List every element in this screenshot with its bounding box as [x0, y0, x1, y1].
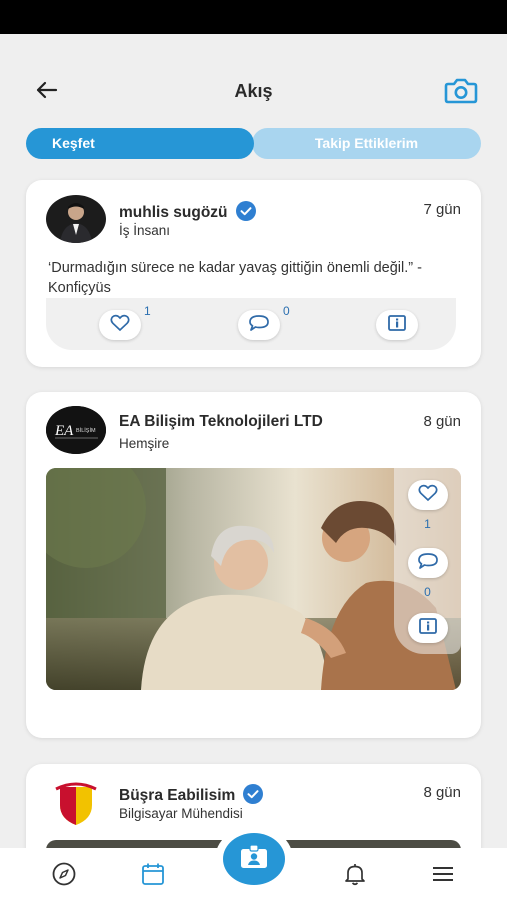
- author-role: Hemşire: [119, 436, 170, 451]
- tab-following[interactable]: Takip Ettiklerim: [252, 128, 481, 159]
- author-name[interactable]: muhlis sugözü: [119, 201, 256, 222]
- post-time: 8 gün: [423, 413, 461, 430]
- logo-subtext: BİLİŞİM: [76, 427, 96, 434]
- post-time: 8 gün: [423, 784, 461, 801]
- camera-icon[interactable]: [444, 76, 478, 104]
- like-button[interactable]: [99, 310, 141, 340]
- comment-count: 0: [424, 585, 431, 599]
- like-count: 1: [144, 304, 151, 318]
- heart-icon: [418, 484, 438, 507]
- status-bar: [0, 0, 507, 34]
- page-title: Akış: [234, 81, 273, 101]
- verified-badge-icon: [243, 784, 264, 804]
- calendar-icon[interactable]: [139, 860, 167, 888]
- post-card: muhlis sugözü İş İnsanı 7 gün ‘Durmadığı…: [26, 180, 481, 367]
- author-name[interactable]: Büşra Eabilisim: [119, 784, 264, 805]
- post-time: 7 gün: [423, 201, 461, 218]
- avatar[interactable]: [46, 779, 106, 827]
- app-header: Akış: [0, 34, 507, 118]
- post-card: EA BİLİŞİM EA Bilişim Teknolojileri LTD H…: [26, 392, 481, 738]
- post-side-actions: 1 0: [394, 468, 461, 654]
- info-icon: [388, 314, 406, 336]
- compass-icon[interactable]: [50, 860, 78, 888]
- like-button[interactable]: [408, 480, 448, 510]
- avatar[interactable]: [46, 195, 106, 243]
- bell-icon[interactable]: [341, 860, 369, 888]
- info-button[interactable]: [376, 310, 418, 340]
- center-action-wrapper: [215, 826, 293, 892]
- author-name[interactable]: EA Bilişim Teknolojileri LTD: [119, 413, 323, 431]
- like-count: 1: [424, 517, 431, 531]
- info-icon: [419, 617, 437, 639]
- profile-card-button[interactable]: [223, 833, 285, 885]
- comment-count: 0: [283, 304, 290, 318]
- comment-button[interactable]: [238, 310, 280, 340]
- comment-icon: [248, 314, 270, 337]
- author-role: Bilgisayar Mühendisi: [119, 806, 243, 821]
- tab-discover[interactable]: Keşfet: [26, 128, 254, 159]
- feed-tabs: Takip Ettiklerim Keşfet: [26, 128, 481, 159]
- company-logo[interactable]: EA BİLİŞİM: [46, 406, 106, 454]
- profile-card-icon: [239, 843, 269, 875]
- comment-icon: [417, 552, 439, 575]
- heart-icon: [110, 314, 130, 337]
- menu-icon[interactable]: [429, 860, 457, 888]
- logo-text: EA: [54, 423, 74, 439]
- post-text: ‘Durmadığın sürece ne kadar yavaş gittiğ…: [48, 260, 422, 296]
- info-button[interactable]: [408, 613, 448, 643]
- author-role: İş İnsanı: [119, 223, 171, 238]
- comment-button[interactable]: [408, 548, 448, 578]
- post-actions: 1 0: [46, 298, 456, 350]
- verified-badge-icon: [235, 201, 256, 221]
